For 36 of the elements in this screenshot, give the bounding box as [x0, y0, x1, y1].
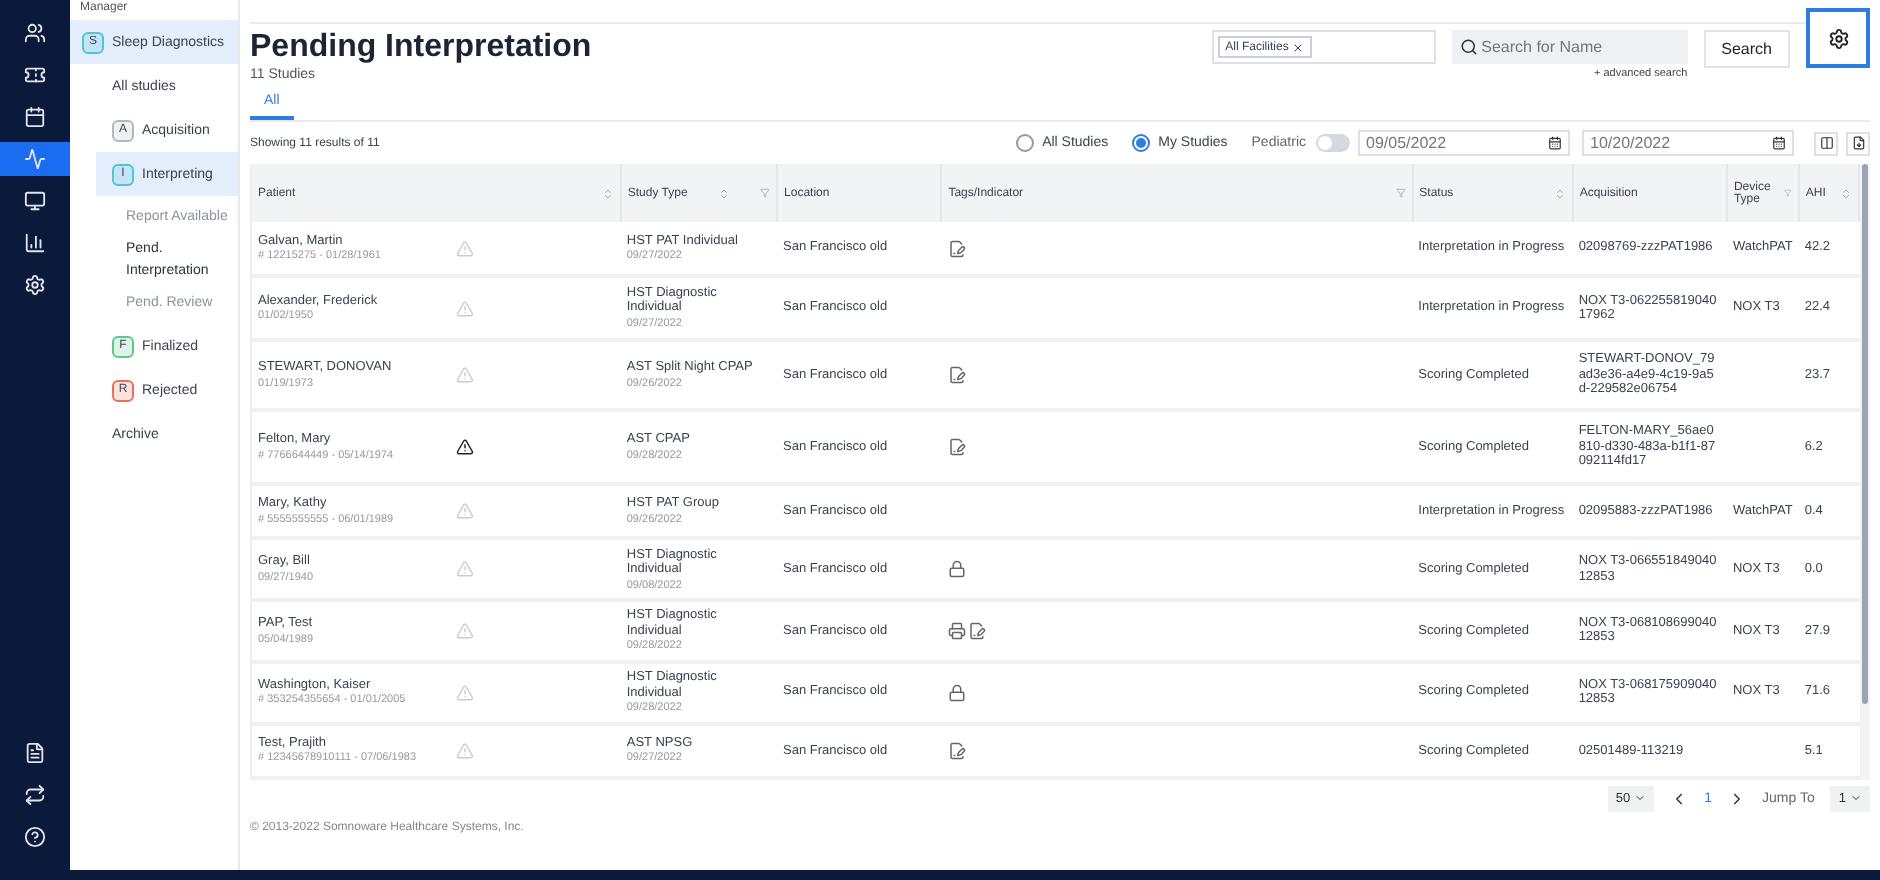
pediatric-toggle[interactable]: [1316, 134, 1350, 152]
settings-icon: [1827, 27, 1849, 49]
users-icon[interactable]: [24, 22, 46, 44]
settings-button[interactable]: [1806, 8, 1870, 68]
page-title: Pending Interpretation: [250, 30, 592, 66]
search-field[interactable]: Search for Name: [1451, 30, 1688, 64]
close-icon[interactable]: [1292, 41, 1305, 53]
ticket-icon[interactable]: [24, 64, 46, 86]
caret-icon: [1850, 792, 1862, 804]
document-icon: [967, 621, 986, 640]
calendar-icon: [1548, 136, 1562, 150]
search-icon: [1459, 38, 1478, 56]
settings-icon[interactable]: [24, 274, 46, 296]
pulse-icon[interactable]: [24, 148, 46, 170]
lock-icon: [947, 683, 966, 702]
printer-icon: [947, 621, 966, 640]
export-icon[interactable]: [1851, 136, 1865, 150]
columns-icon[interactable]: [1819, 136, 1833, 150]
date-field[interactable]: 10/20/2022: [1582, 130, 1794, 156]
chart-icon[interactable]: [24, 232, 46, 254]
radio-dot[interactable]: [1016, 134, 1035, 152]
help-icon[interactable]: [24, 826, 46, 848]
document-icon: [947, 741, 966, 760]
swap-icon[interactable]: [24, 784, 46, 806]
calendar-icon: [1772, 136, 1786, 150]
document-icon: [947, 239, 966, 258]
document-icon: [947, 366, 966, 385]
calendar-icon[interactable]: [24, 106, 46, 128]
lock-icon: [947, 560, 966, 579]
radio-dot[interactable]: [1132, 134, 1151, 152]
monitor-icon[interactable]: [24, 190, 46, 212]
caret-icon: [1634, 792, 1647, 804]
date-field[interactable]: 09/05/2022: [1358, 130, 1570, 156]
document-icon[interactable]: [24, 742, 46, 764]
search-button[interactable]: Search: [1703, 30, 1790, 68]
document-icon: [947, 438, 966, 457]
